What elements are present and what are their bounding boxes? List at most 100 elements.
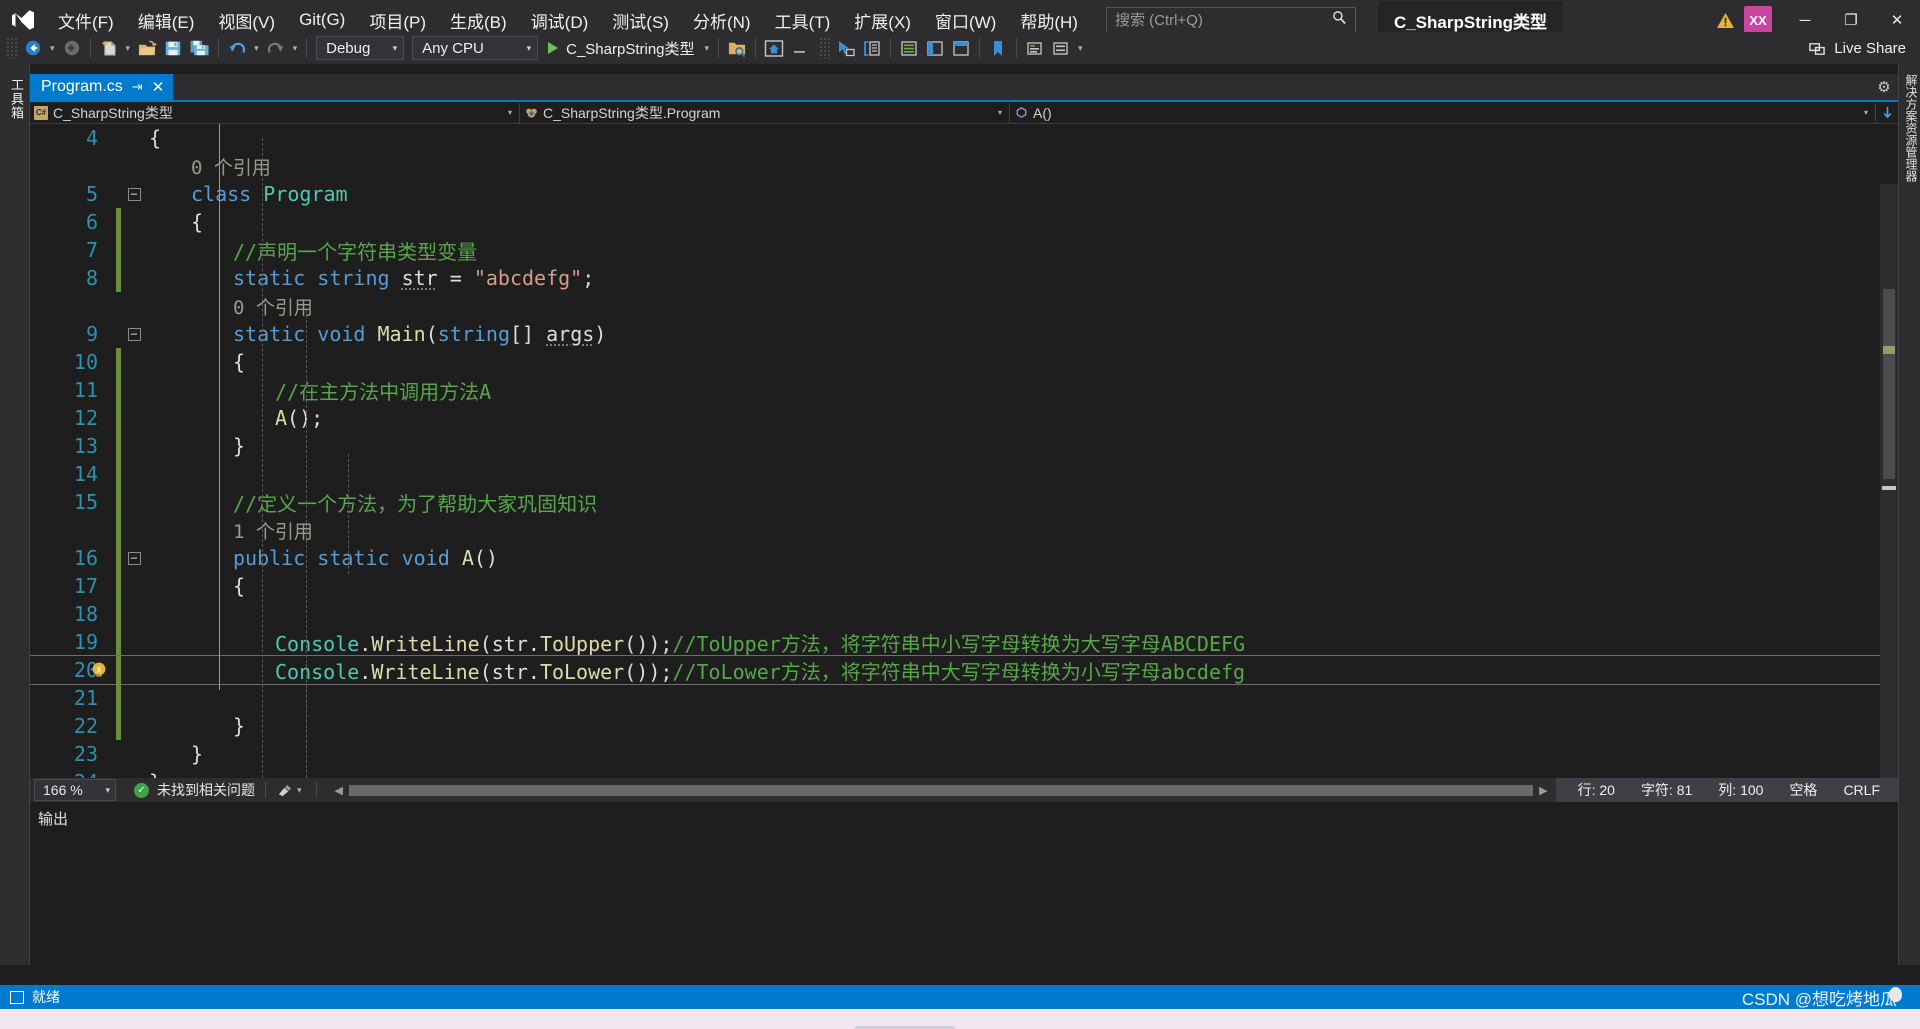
tool-window-a-icon[interactable] [922, 35, 948, 61]
editor-horizontal-scrollbar[interactable]: ◀ ▶ [328, 782, 1554, 798]
platform-combo[interactable]: Any CPU ▾ [412, 36, 539, 60]
code-line[interactable]: 20 Console.WriteLine(str.ToLower());//ToL… [30, 655, 1898, 685]
fold-column[interactable]: − [121, 551, 147, 565]
code-token: } [233, 714, 246, 738]
code-line[interactable]: 21 [30, 684, 1898, 712]
close-icon[interactable]: ✕ [152, 78, 165, 96]
indent-mode[interactable]: 空格 [1789, 780, 1817, 800]
open-file-icon[interactable] [134, 35, 160, 61]
editor-vertical-scrollbar[interactable] [1880, 184, 1898, 778]
code-line[interactable]: 18 [30, 600, 1898, 628]
code-line[interactable]: 11 //在主方法中调用方法A [30, 376, 1898, 404]
bookmark-icon[interactable] [985, 35, 1011, 61]
navbar-type-combo[interactable]: C_SharpString类型.Program ▾ [520, 102, 1010, 123]
change-indicator [116, 152, 121, 180]
undo-arrow-icon[interactable] [224, 35, 250, 61]
code-line[interactable]: 9− static void Main(string[] args) [30, 320, 1898, 348]
configuration-combo[interactable]: Debug ▾ [316, 36, 405, 60]
code-token: () [473, 546, 498, 570]
redo-caret-icon[interactable]: ▾ [289, 43, 302, 54]
dock-arrow-icon[interactable] [1876, 105, 1898, 120]
code-line[interactable]: 22} [30, 712, 1898, 740]
search-box[interactable] [1105, 7, 1356, 33]
code-token: A [275, 406, 288, 430]
code-line[interactable]: 19 Console.WriteLine(str.ToUpper());//ToU… [30, 628, 1898, 656]
codelens-reference-hint[interactable]: 0 个引用 [191, 157, 271, 179]
avatar[interactable]: XX [1744, 6, 1772, 34]
start-debug-caret-icon[interactable]: ▾ [701, 43, 714, 54]
codelens-reference-hint[interactable]: 0 个引用 [233, 297, 313, 319]
navbar-member-combo[interactable]: A() ▾ [1010, 102, 1876, 123]
code-line[interactable]: 15 //定义一个方法，为了帮助大家巩固知识 [30, 488, 1898, 516]
collapse-region-icon[interactable]: − [127, 551, 141, 565]
properties-window-icon[interactable] [859, 35, 885, 61]
collapse-region-icon[interactable]: − [127, 187, 141, 201]
code-line[interactable]: 0 个引用 [30, 292, 1898, 320]
code-line[interactable]: 7 //声明一个字符串类型变量 [30, 236, 1898, 264]
code-line[interactable]: 23} [30, 740, 1898, 768]
code-line[interactable]: 0 个引用 [30, 152, 1898, 180]
home-window-icon[interactable] [761, 35, 787, 61]
codelens-reference-hint[interactable]: 1 个引用 [233, 521, 313, 543]
toolbox-tab[interactable]: 工具箱 [7, 78, 26, 120]
triangle-left-icon[interactable]: ◀ [329, 784, 349, 797]
code-line[interactable]: 8 static string str = "abcdefg"; [30, 264, 1898, 292]
line-ending[interactable]: CRLF [1843, 782, 1880, 798]
code-line[interactable]: 14 [30, 460, 1898, 488]
gear-icon[interactable]: ⚙ [1870, 74, 1898, 100]
fold-column[interactable]: − [121, 327, 147, 341]
redo-arrow-icon[interactable] [263, 35, 289, 61]
navigate-back-icon[interactable] [20, 35, 46, 61]
brush-icon[interactable] [276, 783, 293, 798]
undo-caret-icon[interactable]: ▾ [250, 43, 263, 54]
save-all-icon[interactable] [186, 35, 213, 61]
tool-window-b-icon[interactable] [948, 35, 974, 61]
scrollbar-thumb[interactable] [349, 784, 1534, 796]
start-debug-button[interactable]: C_SharpString类型 [542, 35, 700, 61]
zoom-level-combo[interactable]: 166 % ▾ [34, 779, 116, 801]
code-line[interactable]: 13} [30, 432, 1898, 460]
collapse-region-icon[interactable]: − [127, 327, 141, 341]
line-number: 6 [85, 210, 98, 234]
triangle-right-icon[interactable]: ▶ [1533, 784, 1553, 797]
toolbar-grip[interactable] [819, 37, 832, 59]
code-line[interactable]: 17 { [30, 572, 1898, 600]
toolbar-overflow-caret-icon[interactable]: ▾ [1074, 43, 1087, 54]
issues-label: 未找到相关问题 [157, 782, 255, 798]
code-line[interactable]: 5− class Program [30, 180, 1898, 208]
fold-column[interactable]: − [121, 187, 147, 201]
navbar-project-combo[interactable]: C# C_SharpString类型 ▾ [30, 102, 520, 123]
save-icon[interactable] [160, 35, 186, 61]
change-indicator [116, 684, 121, 712]
code-line[interactable]: 4{ [30, 124, 1898, 152]
tab-program-cs[interactable]: Program.cs ⇥ ✕ [30, 74, 174, 100]
navigate-back-caret-icon[interactable]: ▾ [46, 43, 59, 54]
folder-search-icon[interactable] [724, 35, 750, 61]
scrollbar-thumb[interactable] [1883, 289, 1895, 479]
code-line[interactable]: 10 { [30, 348, 1898, 376]
pin-icon[interactable]: ⇥ [132, 79, 143, 95]
navigate-forward-icon[interactable] [59, 35, 85, 61]
chevron-down-icon[interactable]: ▾ [293, 785, 306, 796]
list-window-icon[interactable] [896, 35, 922, 61]
horizontal-split-icon[interactable] [787, 35, 813, 61]
new-file-caret-icon[interactable]: ▾ [122, 43, 135, 54]
tool-extra-a-icon[interactable] [1022, 35, 1048, 61]
lightbulb-icon[interactable] [88, 659, 110, 681]
warning-triangle-icon[interactable] [1708, 12, 1742, 29]
live-share-button[interactable]: Live Share [1802, 35, 1920, 61]
code-line[interactable]: 6{ [30, 208, 1898, 236]
code-line[interactable]: 16− public static void A() [30, 544, 1898, 572]
code-surface[interactable]: 4{0 个引用 5− class Program 6{7//声明一个字符串类型变量 8 s… [30, 124, 1898, 778]
toolbar-grip[interactable] [6, 37, 18, 59]
code-line[interactable]: 1 个引用 [30, 516, 1898, 544]
solution-explorer-tab[interactable]: 解决方案资源管理器 [1903, 74, 1920, 182]
code-text: } [147, 770, 1898, 778]
issues-status[interactable]: ✓ 未找到相关问题 [134, 780, 255, 800]
code-line[interactable]: 12 A(); [30, 404, 1898, 432]
code-line[interactable]: 24} [30, 768, 1898, 778]
pointer-window-icon[interactable] [833, 35, 859, 61]
new-file-icon[interactable] [96, 35, 122, 61]
search-input[interactable] [1114, 11, 1332, 29]
tool-extra-b-icon[interactable] [1048, 35, 1074, 61]
